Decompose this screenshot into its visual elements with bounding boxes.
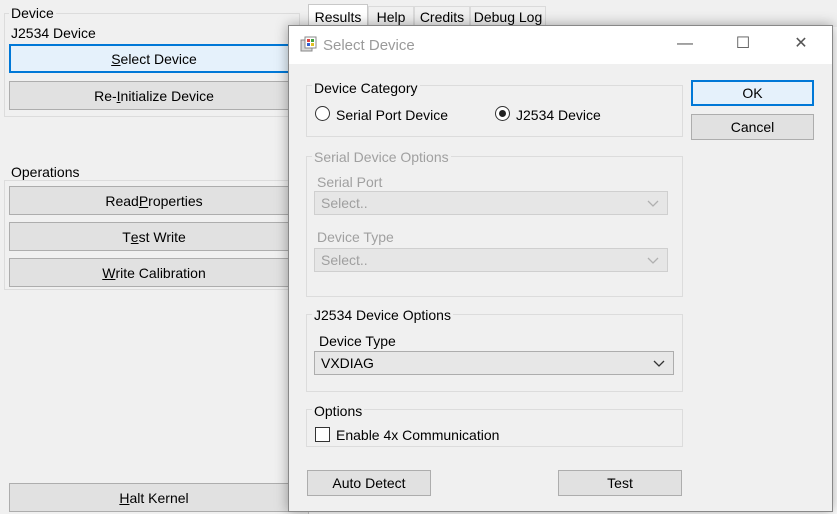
chevron-down-icon: [647, 196, 659, 213]
j2534-device-type-label: Device Type: [319, 333, 396, 349]
select-device-button[interactable]: Select Device: [9, 44, 299, 73]
serial-port-radio-label: Serial Port Device: [336, 107, 449, 123]
j2534-radio[interactable]: [495, 106, 510, 121]
select-device-dialog: Select Device — ☐ ✕ OK Cancel Device Cat…: [288, 25, 833, 512]
cancel-button[interactable]: Cancel: [691, 114, 814, 140]
chevron-down-icon: [653, 356, 665, 373]
serial-port-select[interactable]: Select..: [314, 191, 668, 215]
options-title: Options: [312, 403, 365, 419]
j2534-radio-label: J2534 Device: [516, 107, 601, 123]
j2534-device-type-select[interactable]: VXDIAG: [314, 351, 674, 375]
test-write-button[interactable]: Te st Write: [9, 222, 299, 251]
write-calibration-button[interactable]: Write Calibration: [9, 258, 299, 287]
minimize-icon[interactable]: —: [675, 34, 695, 54]
tab-credits[interactable]: Credits: [414, 6, 470, 27]
operations-group-title: Operations: [9, 164, 82, 180]
halt-kernel-button[interactable]: Halt Kernel: [9, 483, 299, 512]
serial-device-type-select[interactable]: Select..: [314, 248, 668, 272]
serial-port-label: Serial Port: [317, 174, 383, 190]
close-icon[interactable]: ✕: [791, 34, 811, 54]
serial-device-type-label: Device Type: [317, 229, 394, 245]
enable-4x-checkbox[interactable]: [315, 427, 330, 442]
chevron-down-icon: [647, 253, 659, 270]
enable-4x-label: Enable 4x Communication: [336, 427, 500, 443]
device-category-title: Device Category: [312, 80, 420, 96]
read-properties-button[interactable]: Read Properties: [9, 186, 299, 215]
test-button[interactable]: Test: [558, 470, 682, 496]
j2534-options-title: J2534 Device Options: [312, 307, 453, 323]
device-name: J2534 Device: [11, 25, 96, 41]
app-icon: [300, 36, 317, 52]
serial-port-radio[interactable]: [315, 106, 330, 121]
dialog-titlebar[interactable]: Select Device — ☐ ✕: [289, 26, 832, 64]
ok-button[interactable]: OK: [691, 80, 814, 106]
reinitialize-device-button[interactable]: Re- Initialize Device: [9, 81, 299, 110]
device-group-title: Device: [9, 5, 56, 21]
auto-detect-button[interactable]: Auto Detect: [307, 470, 431, 496]
dialog-title: Select Device: [323, 37, 415, 54]
tab-help[interactable]: Help: [368, 6, 414, 27]
serial-options-title: Serial Device Options: [312, 149, 451, 165]
tab-debug-log[interactable]: Debug Log: [470, 6, 546, 27]
maximize-icon[interactable]: ☐: [733, 34, 753, 54]
